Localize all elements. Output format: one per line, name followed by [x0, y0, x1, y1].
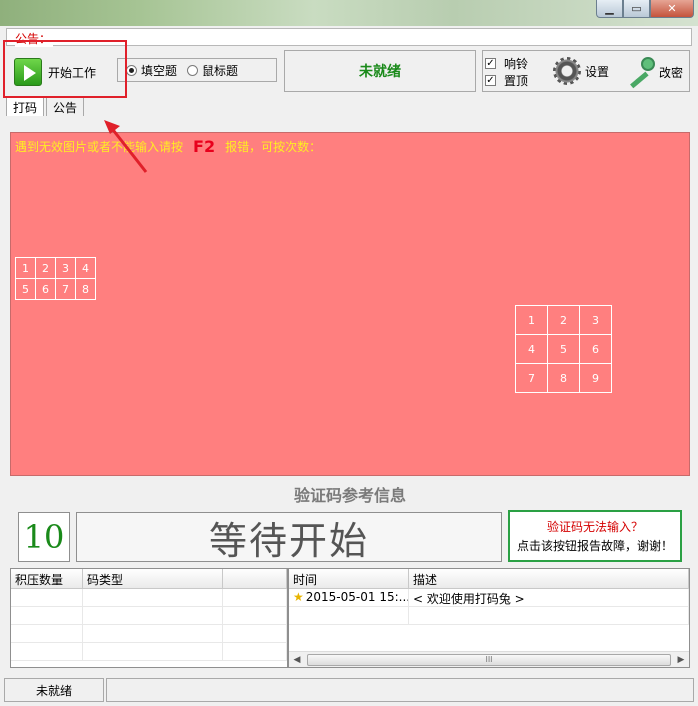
tab-bar: 打码 公告 — [6, 96, 86, 116]
log-time: 2015-05-01 15:... — [305, 590, 409, 604]
radio-fill-blank-label: 填空题 — [141, 63, 178, 78]
table-row — [11, 589, 287, 607]
log-table-header: 时间 描述 — [289, 569, 689, 589]
message-suffix: 报错，可按次数： — [225, 140, 322, 154]
grid-large-cell[interactable]: 5 — [548, 335, 580, 364]
grid-small-cell[interactable]: 8 — [76, 279, 96, 300]
log-row[interactable]: ★ 2015-05-01 15:... < 欢迎使用打码兔 > — [289, 589, 689, 607]
radio-fill-blank[interactable]: 填空题 — [126, 62, 177, 79]
log-table: 时间 描述 ★ 2015-05-01 15:... < 欢迎使用打码兔 > ◀ I… — [288, 568, 690, 668]
message-prefix: 遇到无效图片或者不能输入请按 — [15, 140, 184, 154]
radio-dot-selected — [126, 64, 137, 76]
checkbox-topmost[interactable]: ✓ 置顶 — [485, 72, 528, 89]
captcha-panel[interactable]: 遇到无效图片或者不能输入请按 F2 报错，可按次数： 1 2 3 4 5 6 7… — [10, 132, 690, 476]
options-panel: ✓ 响铃 ✓ 置顶 设置 改密 — [482, 50, 690, 92]
tab-captcha[interactable]: 打码 — [6, 96, 45, 116]
grid-large-cell[interactable]: 9 — [580, 364, 612, 393]
table-row — [11, 607, 287, 625]
scroll-right-icon[interactable]: ▶ — [673, 655, 689, 665]
status-bar: 未就绪 — [4, 678, 694, 702]
window-controls: ▁ ▭ ✕ — [596, 0, 694, 18]
column-header[interactable]: 码类型 — [83, 569, 223, 588]
grid-small: 1 2 3 4 5 6 7 8 — [15, 257, 96, 300]
grid-large-cell[interactable]: 2 — [548, 306, 580, 335]
report-line2: 点击该按钮报告故障，谢谢！ — [516, 539, 673, 553]
radio-mouse-question-label: 鼠标题 — [202, 63, 239, 78]
log-row — [289, 607, 689, 625]
grid-small-cell[interactable]: 6 — [36, 279, 56, 300]
star-icon: ★ — [293, 590, 304, 604]
settings-label: 设置 — [585, 64, 610, 79]
panel-message: 遇到无效图片或者不能输入请按 F2 报错，可按次数： — [15, 137, 321, 156]
f2-key: F2 — [193, 137, 216, 156]
column-header-time[interactable]: 时间 — [289, 569, 409, 588]
log-desc: < 欢迎使用打码兔 > — [409, 589, 689, 606]
checkbox-topmost-label: 置顶 — [504, 74, 529, 88]
backlog-table: 积压数量 码类型 — [10, 568, 288, 668]
question-type-group: 填空题 鼠标题 — [117, 58, 277, 82]
grid-large-cell[interactable]: 4 — [516, 335, 548, 364]
table-row — [11, 643, 287, 661]
close-button[interactable]: ✕ — [650, 0, 694, 18]
status-display: 未就绪 — [284, 50, 476, 92]
report-fault-button[interactable]: 验证码无法输入？ 点击该按钮报告故障，谢谢！ — [508, 510, 682, 562]
reference-title: 验证码参考信息 — [10, 476, 690, 512]
change-password-button[interactable]: 改密 — [625, 57, 684, 89]
status-bar-extra — [106, 678, 694, 702]
radio-dot — [187, 64, 199, 76]
grid-small-cell[interactable]: 1 — [16, 258, 36, 279]
checkbox-ring-box: ✓ — [485, 58, 496, 69]
grid-large-cell[interactable]: 6 — [580, 335, 612, 364]
radio-mouse-question[interactable]: 鼠标题 — [187, 62, 238, 79]
maximize-button[interactable]: ▭ — [623, 0, 650, 18]
grid-large-cell[interactable]: 1 — [516, 306, 548, 335]
tab-notice[interactable]: 公告 — [46, 96, 85, 116]
scroll-left-icon[interactable]: ◀ — [289, 655, 305, 665]
column-header[interactable]: 积压数量 — [11, 569, 83, 588]
annotation-arrow-icon — [104, 120, 148, 173]
key-icon — [625, 57, 655, 89]
grid-large-cell[interactable]: 3 — [580, 306, 612, 335]
status-bar-text: 未就绪 — [4, 678, 104, 702]
grid-large-cell[interactable]: 7 — [516, 364, 548, 393]
horizontal-scrollbar[interactable]: ◀ III ▶ — [289, 651, 689, 667]
table-row — [11, 625, 287, 643]
gear-icon — [553, 57, 581, 85]
answer-display: 等待开始 — [76, 512, 502, 563]
grid-small-cell[interactable]: 2 — [36, 258, 56, 279]
grid-small-cell[interactable]: 4 — [76, 258, 96, 279]
grid-large-cell[interactable]: 8 — [548, 364, 580, 393]
main-window: 公告： 开始工作 填空题 鼠标题 未就绪 ✓ 响铃 ✓ 置顶 设置 改密 打码 … — [0, 26, 698, 706]
report-line1: 验证码无法输入？ — [546, 520, 643, 534]
scroll-thumb[interactable]: III — [307, 653, 671, 666]
grid-small-cell[interactable]: 5 — [16, 279, 36, 300]
annotation-highlight-box — [3, 40, 127, 98]
grid-small-cell[interactable]: 7 — [56, 279, 76, 300]
backlog-table-header: 积压数量 码类型 — [11, 569, 287, 589]
countdown-display: 10 — [18, 512, 70, 562]
grid-large: 1 2 3 4 5 6 7 8 9 — [515, 305, 612, 393]
checkbox-ring[interactable]: ✓ 响铃 — [485, 55, 528, 72]
change-password-label: 改密 — [659, 65, 684, 80]
column-header[interactable] — [223, 569, 287, 588]
column-header-desc[interactable]: 描述 — [409, 569, 689, 588]
grid-small-cell[interactable]: 3 — [56, 258, 76, 279]
checkbox-ring-label: 响铃 — [504, 57, 529, 71]
title-bar: ▁ ▭ ✕ — [0, 0, 698, 26]
settings-button[interactable]: 设置 — [553, 57, 609, 85]
minimize-button[interactable]: ▁ — [596, 0, 623, 18]
checkbox-topmost-box: ✓ — [485, 75, 496, 86]
